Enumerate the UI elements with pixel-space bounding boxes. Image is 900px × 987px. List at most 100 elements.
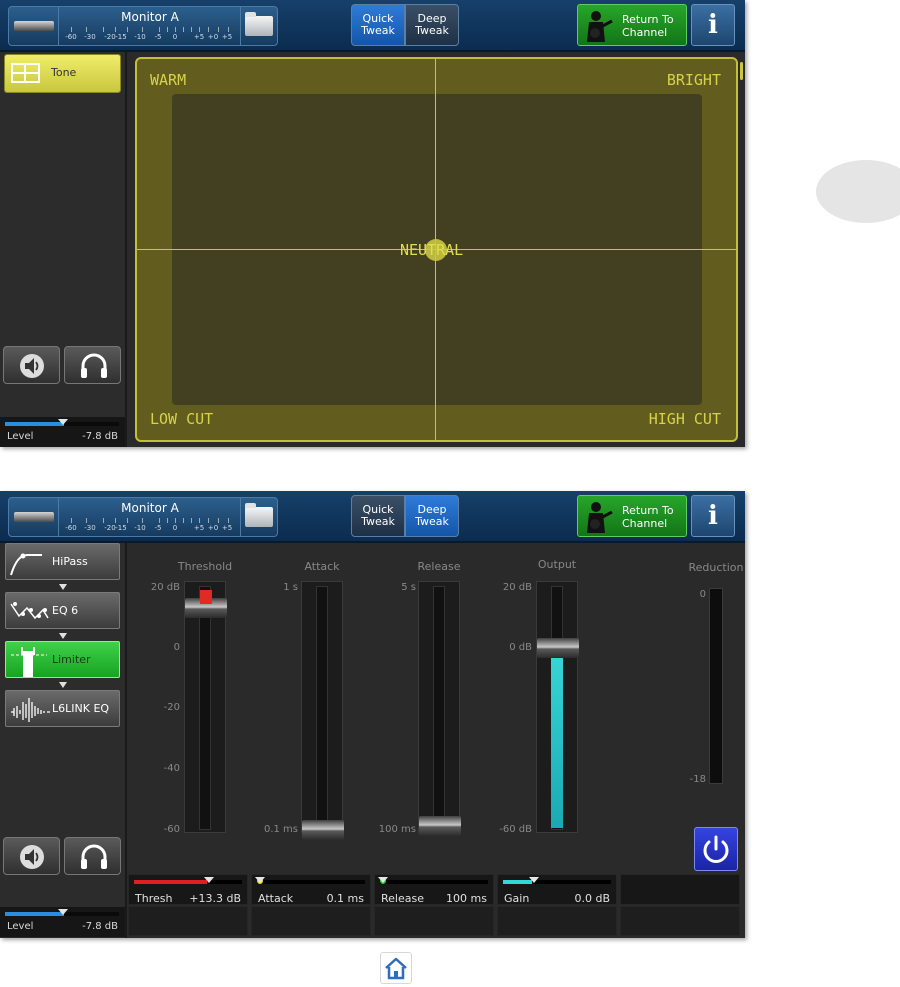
home-icon[interactable] bbox=[380, 952, 412, 984]
meter-tick-label: -30 bbox=[84, 33, 96, 41]
meter-tick-label: -20 bbox=[104, 33, 116, 41]
attack-scale-top: 1 s bbox=[283, 582, 298, 593]
meter-tick-label: -5 bbox=[154, 524, 162, 532]
quick-tweak-line2: Tweak bbox=[361, 515, 395, 528]
attack-handle[interactable] bbox=[302, 820, 344, 840]
param-value: 0.1 ms bbox=[326, 892, 364, 905]
pad-label-warm: WARM bbox=[150, 71, 187, 89]
chain-item-limiter[interactable]: Limiter bbox=[5, 641, 120, 678]
level-control[interactable]: Level -7.8 dB bbox=[0, 907, 125, 937]
meter-tick-label: +0 bbox=[207, 524, 219, 532]
param-gain[interactable]: Gain 0.0 dB bbox=[497, 874, 617, 905]
chain-item-label: EQ 6 bbox=[52, 604, 79, 617]
waveform-icon bbox=[11, 698, 50, 722]
device-icon[interactable] bbox=[8, 6, 60, 46]
deep-tweak-line2: Tweak bbox=[415, 515, 449, 528]
attack-title: Attack bbox=[304, 560, 340, 573]
return-line1: Return To bbox=[622, 504, 674, 517]
output-slider[interactable] bbox=[536, 581, 579, 833]
chain-item-hipass[interactable]: HiPass bbox=[5, 543, 120, 580]
meter-tick-label: -60 bbox=[65, 524, 77, 532]
tone-xy-pad[interactable]: WARM BRIGHT LOW CUT HIGH CUT NEUTRAL bbox=[135, 57, 738, 442]
speaker-icon bbox=[20, 845, 44, 869]
speaker-button[interactable] bbox=[3, 837, 60, 875]
reduction-title: Reduction bbox=[688, 561, 744, 574]
chain-arrow-icon bbox=[59, 584, 67, 590]
release-handle[interactable] bbox=[419, 816, 461, 836]
attack-scale-bottom: 0.1 ms bbox=[263, 824, 298, 835]
top-header: Monitor A -60 -30 -20 -15 -10 -5 0 +5 +0… bbox=[0, 491, 745, 543]
reduction-scale-bottom: -18 bbox=[689, 774, 706, 785]
chain-item-l6link-eq[interactable]: L6LINK EQ bbox=[5, 690, 120, 727]
level-control[interactable]: Level -7.8 dB bbox=[0, 417, 125, 447]
threshold-slider[interactable] bbox=[184, 581, 227, 833]
meter-tick-label: 0 bbox=[172, 524, 178, 532]
headphones-icon bbox=[81, 844, 107, 869]
folder-icon[interactable] bbox=[240, 497, 278, 537]
level-label: Level bbox=[7, 431, 34, 442]
meter-tick-label: -30 bbox=[84, 524, 96, 532]
level-slider[interactable] bbox=[5, 909, 119, 916]
folder-icon[interactable] bbox=[240, 6, 278, 46]
deep-tweak-button[interactable]: Deep Tweak bbox=[405, 4, 459, 46]
param-release[interactable]: Release 100 ms bbox=[374, 874, 494, 905]
pad-scroll-indicator bbox=[740, 62, 743, 80]
deep-tweak-button[interactable]: Deep Tweak bbox=[405, 495, 459, 537]
param-value: +13.3 dB bbox=[189, 892, 241, 905]
meter-tick-label: -60 bbox=[65, 33, 77, 41]
reduction-scale-top: 0 bbox=[699, 589, 706, 600]
param-name: Release bbox=[381, 892, 424, 905]
return-to-channel-button[interactable]: Return To Channel bbox=[577, 495, 687, 537]
info-icon[interactable]: i bbox=[691, 4, 735, 46]
deep-tweak-panel: Monitor A -60 -30 -20 -15 -10 -5 0 +5 +0… bbox=[0, 491, 745, 938]
output-level-fill bbox=[551, 648, 563, 828]
attack-slider[interactable] bbox=[301, 581, 344, 840]
meter-tick-label: -15 bbox=[115, 524, 127, 532]
chain-item-eq6[interactable]: EQ 6 bbox=[5, 592, 120, 629]
meter-scale: -60 -30 -20 -15 -10 -5 0 +5 +0 +5 bbox=[63, 27, 237, 43]
meter-tick-label: +5 bbox=[193, 524, 205, 532]
headphones-button[interactable] bbox=[64, 346, 121, 384]
info-icon[interactable]: i bbox=[691, 495, 735, 537]
headphones-button[interactable] bbox=[64, 837, 121, 875]
output-handle[interactable] bbox=[537, 638, 579, 658]
return-line1: Return To bbox=[622, 13, 674, 26]
deep-tweak-line2: Tweak bbox=[415, 24, 449, 37]
device-icon[interactable] bbox=[8, 497, 60, 537]
quick-tweak-button[interactable]: Quick Tweak bbox=[351, 4, 405, 46]
guitarist-icon bbox=[587, 502, 613, 533]
output-scale-top: 20 dB bbox=[502, 582, 532, 593]
chain-arrow-icon bbox=[59, 633, 67, 639]
meter-tick-label: -10 bbox=[134, 33, 146, 41]
meter-tick-label: -15 bbox=[115, 33, 127, 41]
param-attack[interactable]: Attack 0.1 ms bbox=[251, 874, 371, 905]
monitor-name: Monitor A bbox=[121, 501, 179, 515]
hipass-icon bbox=[10, 553, 42, 576]
threshold-scale-label: -40 bbox=[163, 763, 180, 774]
monitor-selector[interactable]: Monitor A -60 -30 -20 -15 -10 -5 0 +5 +0… bbox=[58, 497, 242, 537]
pad-label-high-cut: HIGH CUT bbox=[648, 410, 721, 428]
monitor-selector[interactable]: Monitor A -60 -30 -20 -15 -10 -5 0 +5 +0… bbox=[58, 6, 242, 46]
sidebar: Tone Level -7.8 dB bbox=[0, 52, 127, 447]
param-name: Attack bbox=[258, 892, 294, 905]
meter-tick-label: +0 bbox=[207, 33, 219, 41]
meter-tick-label: -10 bbox=[134, 524, 146, 532]
threshold-handle[interactable] bbox=[185, 590, 227, 618]
level-slider[interactable] bbox=[5, 419, 119, 426]
return-line2: Channel bbox=[622, 517, 668, 530]
top-header: Monitor A -60 -30 -20 -15 -10 -5 0 +5 +0… bbox=[0, 0, 745, 52]
release-title: Release bbox=[417, 560, 461, 573]
release-slider[interactable] bbox=[418, 581, 461, 836]
speaker-button[interactable] bbox=[3, 346, 60, 384]
return-to-channel-button[interactable]: Return To Channel bbox=[577, 4, 687, 46]
meter-tick-label: +5 bbox=[193, 33, 205, 41]
release-scale-bottom: 100 ms bbox=[378, 824, 416, 835]
pad-label-neutral: NEUTRAL bbox=[400, 241, 464, 259]
power-button[interactable] bbox=[694, 827, 738, 871]
sidebar: HiPass EQ 6 Limiter L6LINK EQ Level -7.8… bbox=[0, 543, 127, 938]
sidebar-item-tone[interactable]: Tone bbox=[5, 55, 120, 92]
threshold-scale-label: 20 dB bbox=[150, 582, 180, 593]
param-thresh[interactable]: Thresh +13.3 dB bbox=[128, 874, 248, 905]
chain-item-label: HiPass bbox=[52, 555, 88, 568]
quick-tweak-button[interactable]: Quick Tweak bbox=[351, 495, 405, 537]
